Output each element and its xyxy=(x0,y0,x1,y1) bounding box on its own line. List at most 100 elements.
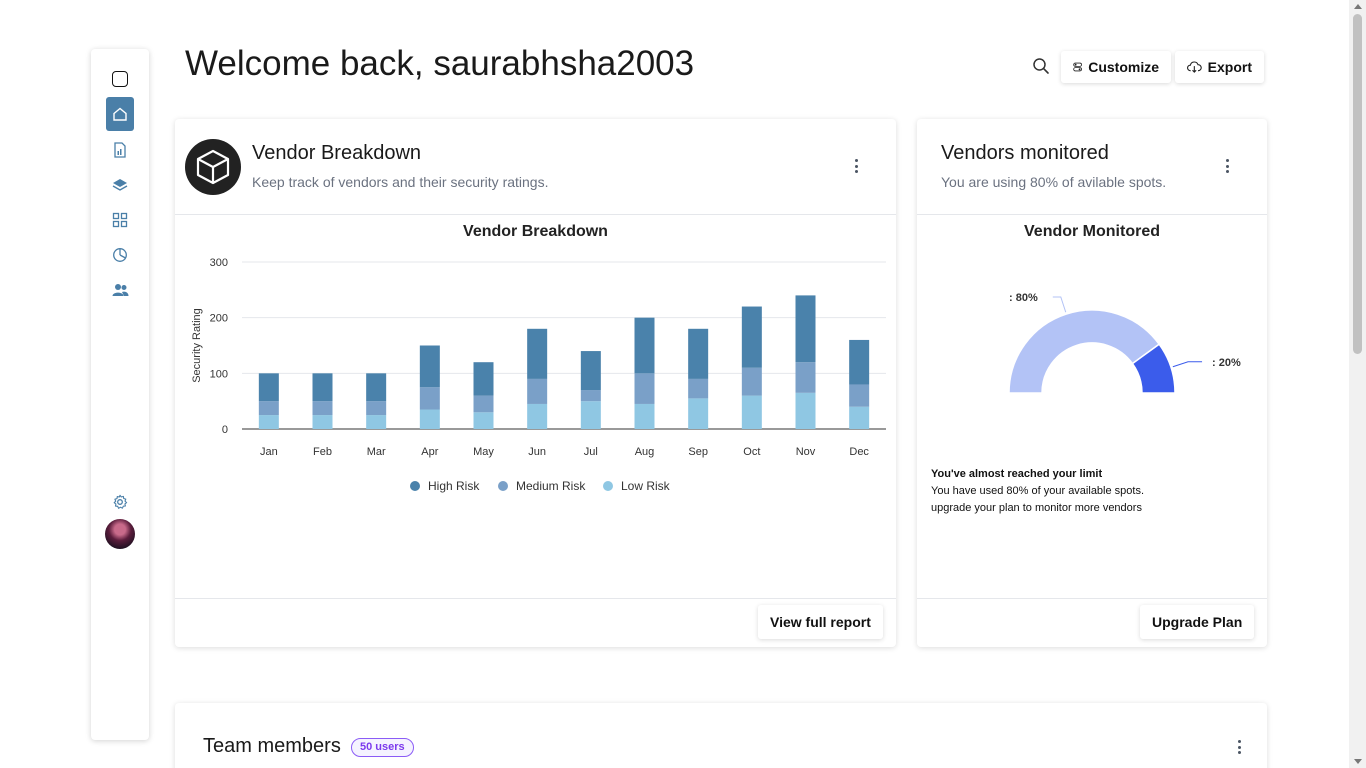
limit-line: upgrade your plan to monitor more vendor… xyxy=(931,502,1142,514)
scroll-down-icon[interactable] xyxy=(1354,759,1362,764)
y-tick-label: 0 xyxy=(222,424,228,436)
bar-high-risk xyxy=(312,373,333,402)
x-tick-label: Jul xyxy=(584,446,598,458)
x-tick-label: Feb xyxy=(313,446,332,458)
legend-marker xyxy=(498,481,508,491)
page-scrollbar[interactable] xyxy=(1349,0,1366,768)
sidebar-item-users[interactable] xyxy=(106,276,134,304)
divider xyxy=(175,598,896,599)
bar-medium-risk xyxy=(634,373,655,404)
vendor-breakdown-chart: 0 100 200 300 Security Rating Jan Feb Mar Apr May… xyxy=(191,257,886,493)
export-label: Export xyxy=(1207,59,1252,75)
legend-label: Medium Risk xyxy=(516,479,586,493)
vendor-monitored-gauge: : 80%: 20% xyxy=(1008,292,1241,394)
gauge-slice xyxy=(1008,309,1161,394)
bar-low-risk xyxy=(419,409,440,429)
bar-medium-risk xyxy=(419,387,440,410)
bar-medium-risk xyxy=(741,367,762,396)
bar-medium-risk xyxy=(258,401,279,416)
sidebar-item-apps[interactable] xyxy=(106,206,134,234)
bar-medium-risk xyxy=(366,401,387,416)
legend-marker xyxy=(410,481,420,491)
cloud-download-icon xyxy=(1187,61,1202,73)
x-tick-label: Mar xyxy=(367,446,386,458)
bar-medium-risk xyxy=(473,395,494,413)
team-members-card: Team members 50 users xyxy=(175,703,1267,768)
x-tick-label: Dec xyxy=(849,446,869,458)
scroll-thumb[interactable] xyxy=(1353,14,1362,354)
bar-high-risk xyxy=(741,306,762,368)
limit-line: You have used 80% of your available spot… xyxy=(931,485,1145,497)
x-tick-label: Jun xyxy=(528,446,546,458)
search-button[interactable] xyxy=(1032,57,1052,77)
y-tick-label: 100 xyxy=(210,368,228,380)
bar-low-risk xyxy=(688,398,709,429)
users-count-badge: 50 users xyxy=(351,738,414,757)
x-tick-label: Nov xyxy=(796,446,816,458)
bar-low-risk xyxy=(473,412,494,429)
pie-chart-icon xyxy=(113,248,127,262)
vendor-breakdown-card: Vendor Breakdown Keep track of vendors a… xyxy=(175,119,896,647)
export-button[interactable]: Export xyxy=(1175,51,1264,83)
search-icon xyxy=(1033,58,1049,74)
x-tick-label: Aug xyxy=(635,446,655,458)
x-tick-label: Jan xyxy=(260,446,278,458)
avatar[interactable] xyxy=(105,519,135,549)
upgrade-plan-button[interactable]: Upgrade Plan xyxy=(1140,605,1255,639)
bar-high-risk xyxy=(366,373,387,402)
legend-label: High Risk xyxy=(428,479,480,493)
bar-medium-risk xyxy=(688,378,709,399)
app-logo-icon[interactable] xyxy=(106,65,134,93)
bar-low-risk xyxy=(795,392,816,429)
bar-high-risk xyxy=(849,339,870,385)
bar-medium-risk xyxy=(580,390,601,402)
bar-medium-risk xyxy=(849,384,870,407)
y-tick-label: 200 xyxy=(210,313,228,325)
bar-high-risk xyxy=(473,362,494,396)
y-axis-label: Security Rating xyxy=(191,308,203,383)
bar-low-risk xyxy=(849,406,870,429)
y-tick-label: 300 xyxy=(210,257,228,269)
bar-low-risk xyxy=(634,403,655,429)
bar-medium-risk xyxy=(795,362,816,393)
customize-label: Customize xyxy=(1088,59,1159,75)
layers-icon xyxy=(112,179,128,191)
bar-medium-risk xyxy=(527,378,548,404)
bar-low-risk xyxy=(366,415,387,429)
customize-button[interactable]: Customize xyxy=(1061,51,1171,83)
gauge-label: : 80% xyxy=(1009,292,1038,304)
limit-title: You've almost reached your limit xyxy=(931,468,1103,480)
bar-high-risk xyxy=(580,351,601,391)
bar-low-risk xyxy=(741,395,762,429)
sidebar xyxy=(91,49,149,740)
more-menu-icon[interactable] xyxy=(1237,740,1241,754)
bar-medium-risk xyxy=(312,401,333,416)
legend-label: Low Risk xyxy=(621,479,671,493)
legend-marker xyxy=(603,481,613,491)
bar-low-risk xyxy=(580,401,601,429)
gauge-leader-line xyxy=(1172,361,1203,368)
vendors-monitored-card: Vendors monitored You are using 80% of a… xyxy=(917,119,1267,647)
page-title: Welcome back, saurabhsha2003 xyxy=(185,44,695,83)
card-title: Team members xyxy=(203,735,341,757)
sidebar-item-layers[interactable] xyxy=(106,171,134,199)
grid-icon xyxy=(112,212,128,228)
sidebar-item-analytics[interactable] xyxy=(106,241,134,269)
x-tick-label: Oct xyxy=(743,446,760,458)
scroll-up-icon[interactable] xyxy=(1354,4,1362,9)
x-tick-label: Sep xyxy=(688,446,708,458)
sidebar-item-home[interactable] xyxy=(106,97,134,131)
bar-high-risk xyxy=(634,317,655,374)
x-tick-label: Apr xyxy=(421,446,438,458)
bar-high-risk xyxy=(419,345,440,388)
gauge-leader-line xyxy=(1052,296,1067,313)
divider xyxy=(917,598,1267,599)
bar-high-risk xyxy=(795,295,816,363)
settings-button[interactable] xyxy=(106,488,134,516)
bar-low-risk xyxy=(258,415,279,429)
view-full-report-button[interactable]: View full report xyxy=(758,605,883,639)
home-icon xyxy=(113,107,127,121)
sidebar-item-reports[interactable] xyxy=(106,136,134,164)
x-tick-label: May xyxy=(473,446,494,458)
report-icon xyxy=(114,142,126,158)
